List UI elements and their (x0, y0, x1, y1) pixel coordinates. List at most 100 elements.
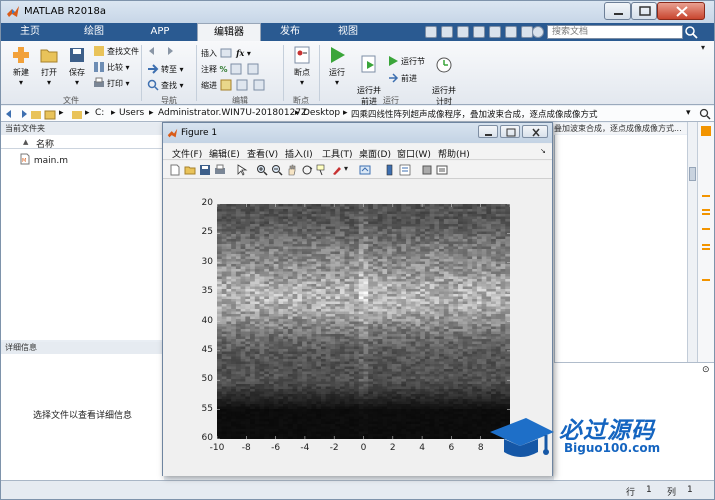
column-name-header[interactable]: 名称 (36, 137, 54, 150)
menu-file[interactable]: 文件(F) (172, 147, 202, 160)
maximize-button[interactable] (631, 2, 657, 20)
back-icon[interactable] (4, 108, 16, 120)
run-button[interactable]: 运行 ▾ (323, 45, 351, 87)
warning-marker[interactable] (702, 228, 710, 230)
editor-vertical-scrollbar[interactable] (687, 122, 697, 362)
run-section-button[interactable]: 运行节 (387, 55, 425, 67)
address-dropdown-icon[interactable]: ▾ (686, 108, 691, 118)
breadcrumb-project-folder[interactable]: 四乘四线性阵列超声成像程序，叠加波束合成，逐点成像成像方式 (351, 108, 598, 120)
figure-maximize-button[interactable] (500, 125, 520, 138)
close-icon (532, 128, 540, 137)
compare-button[interactable]: 比较 ▾ (93, 61, 130, 73)
sort-indicator-icon[interactable]: ▲ (23, 138, 28, 146)
open-file-icon[interactable] (184, 164, 196, 176)
warning-marker[interactable] (702, 209, 710, 211)
link-plot-icon[interactable] (359, 164, 371, 176)
breadcrumb-users[interactable]: Users (119, 108, 144, 118)
pan-hand-icon[interactable] (286, 164, 298, 176)
warning-marker[interactable] (702, 279, 710, 281)
menu-help[interactable]: 帮助(H) (438, 147, 470, 160)
find-button[interactable]: 查找 ▾ (147, 79, 184, 91)
figure-title-bar: Figure 1 (163, 123, 552, 143)
search-documentation-input[interactable]: 搜索文档 (547, 25, 683, 39)
figure-close-button[interactable] (522, 125, 548, 138)
file-list-item[interactable]: M main.m (19, 153, 68, 166)
breadcrumb-desktop[interactable]: Desktop (303, 108, 340, 118)
open-button[interactable]: 打开 ▾ (35, 45, 63, 87)
search-icon[interactable] (684, 25, 698, 39)
insert-button[interactable]: 插入 fx ▾ (201, 47, 251, 59)
scrollbar-thumb[interactable] (689, 167, 696, 181)
save-button[interactable]: 保存 ▾ (63, 45, 91, 87)
insert-legend-icon[interactable] (399, 164, 411, 176)
browse-folder-icon[interactable] (44, 108, 56, 120)
menu-insert[interactable]: 插入(I) (285, 147, 313, 160)
figure-menu-bar: 文件(F) 编辑(E) 查看(V) 插入(I) 工具(T) 桌面(D) 窗口(W… (163, 144, 552, 160)
up-folder-icon[interactable] (30, 108, 42, 120)
close-button[interactable] (657, 2, 705, 20)
menu-view[interactable]: 查看(V) (247, 147, 278, 160)
title-bar: MATLAB R2018a (1, 1, 714, 23)
search-folder-icon[interactable] (699, 108, 711, 120)
edit-plot-arrow-icon[interactable] (236, 164, 248, 176)
quick-paste-icon[interactable] (473, 26, 485, 38)
tab-plots[interactable]: 绘图 (73, 23, 115, 41)
tab-editor[interactable]: 编辑器 (197, 23, 261, 41)
tab-home[interactable]: 主页 (9, 23, 51, 41)
show-plot-tools-icon[interactable] (436, 164, 448, 176)
rotate-3d-icon[interactable] (301, 164, 313, 176)
comment-button[interactable]: 注释 % (201, 63, 261, 75)
menu-window[interactable]: 窗口(W) (397, 147, 431, 160)
x-tick-label: -8 (241, 443, 251, 453)
minimize-button[interactable] (604, 2, 631, 20)
goto-button[interactable]: 转至 ▾ (147, 63, 184, 75)
print-button[interactable]: 打印 ▾ (93, 77, 130, 89)
image-plot[interactable] (217, 204, 510, 439)
find-files-button[interactable]: 查找文件 (93, 45, 139, 57)
undo-icon[interactable] (489, 26, 501, 38)
quick-copy-icon[interactable] (457, 26, 469, 38)
editor-tab-title[interactable]: 叠加波束合成，逐点成像成像方式... (554, 123, 694, 134)
tab-apps[interactable]: APP (139, 23, 181, 41)
breakpoints-button[interactable]: 断点 ▾ (288, 45, 316, 87)
run-and-time-button[interactable]: 运行并 计时 (429, 45, 459, 107)
warning-marker[interactable] (702, 213, 710, 215)
new-button[interactable]: 新建 ▾ (7, 45, 35, 87)
warning-indicator-icon[interactable] (701, 126, 711, 136)
menu-dock-icon[interactable]: ↘ (540, 147, 546, 155)
fx-icon[interactable]: fx (236, 48, 244, 58)
data-cursor-icon[interactable] (316, 164, 328, 176)
tab-publish[interactable]: 发布 (269, 23, 311, 41)
warning-marker[interactable] (702, 244, 710, 246)
editor-pane[interactable] (554, 135, 687, 362)
redo-icon[interactable] (505, 26, 517, 38)
brush-dropdown-icon[interactable]: ▾ (344, 164, 348, 173)
zoom-out-icon[interactable] (271, 164, 283, 176)
folder-path-icon (72, 111, 82, 119)
warning-marker[interactable] (702, 248, 710, 250)
quick-cut-icon[interactable] (441, 26, 453, 38)
back-forward-buttons[interactable] (147, 45, 177, 57)
command-window-menu-icon[interactable]: ⊙ (702, 365, 710, 375)
advance-button[interactable]: 前进 (387, 72, 417, 84)
tab-view[interactable]: 视图 (327, 23, 369, 41)
brush-icon[interactable] (331, 164, 343, 176)
forward-icon[interactable] (17, 108, 29, 120)
menu-desktop[interactable]: 桌面(D) (359, 147, 391, 160)
warning-marker[interactable] (702, 195, 710, 197)
indent-button[interactable]: 缩进 (201, 79, 267, 91)
menu-edit[interactable]: 编辑(E) (209, 147, 240, 160)
save-figure-icon[interactable] (199, 164, 211, 176)
figure-minimize-button[interactable] (478, 125, 498, 138)
insert-colorbar-icon[interactable] (384, 164, 396, 176)
menu-tools[interactable]: 工具(T) (322, 147, 353, 160)
hide-plot-tools-icon[interactable] (421, 164, 433, 176)
zoom-in-icon[interactable] (256, 164, 268, 176)
new-figure-icon[interactable] (169, 164, 181, 176)
help-icon[interactable] (532, 26, 544, 38)
breadcrumb-drive[interactable]: C: (95, 108, 104, 118)
print-figure-icon[interactable] (214, 164, 226, 176)
quick-save-icon[interactable] (425, 26, 437, 38)
collapse-ribbon-icon[interactable]: ▾ (701, 43, 705, 52)
breadcrumb-user-folder[interactable]: Administrator.WIN7U-20180127Z (158, 108, 307, 118)
